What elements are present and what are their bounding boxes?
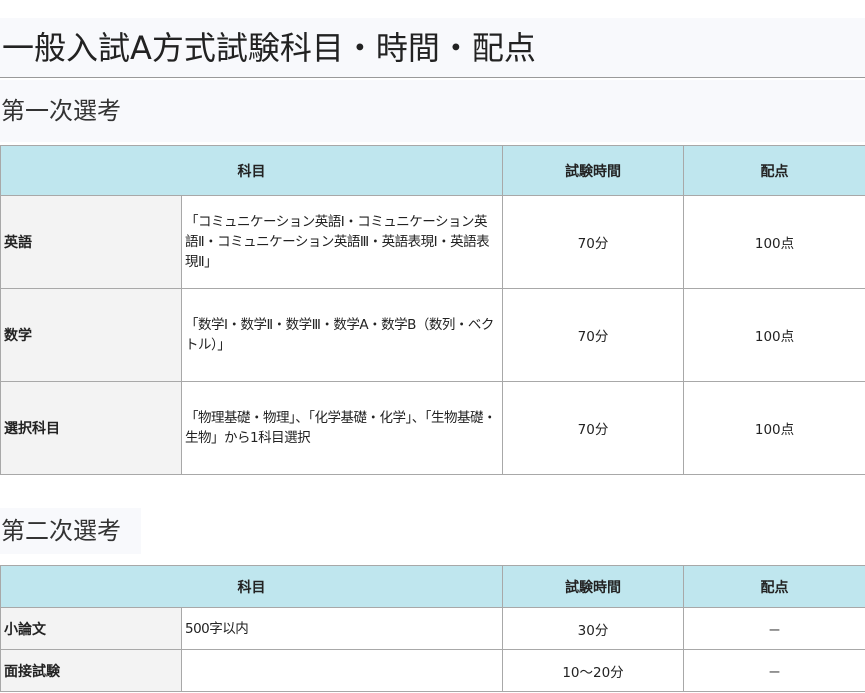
table-header-row: 科目 試験時間 配点 [0, 145, 865, 196]
header-score: 配点 [683, 565, 865, 608]
content-cell [181, 649, 503, 692]
time-cell: 10～20分 [502, 649, 684, 692]
header-score: 配点 [683, 145, 865, 196]
header-exam-time: 試験時間 [502, 565, 684, 608]
time-cell: 70分 [502, 288, 684, 382]
second-selection-table: 科目 試験時間 配点 小論文 500字以内 30分 － 面接試験 10～20分 … [0, 565, 865, 692]
content-cell: 500字以内 [181, 607, 503, 650]
time-cell: 30分 [502, 607, 684, 650]
header-subject: 科目 [0, 565, 503, 608]
page-title: 一般入試A方式試験科目・時間・配点 [0, 18, 865, 78]
score-cell: － [683, 649, 865, 692]
table-row: 数学 「数学Ⅰ・数学Ⅱ・数学Ⅲ・数学A・数学B（数列・ベクトル）」 70分 10… [0, 288, 865, 382]
first-selection-table: 科目 試験時間 配点 英語 「コミュニケーション英語Ⅰ・コミュニケーション英語Ⅱ… [0, 145, 865, 475]
content-cell: 「物理基礎・物理」、「化学基礎・化学」、「生物基礎・生物」から1科目選択 [181, 381, 503, 475]
header-subject: 科目 [0, 145, 503, 196]
score-cell: 100点 [683, 195, 865, 289]
table-row: 英語 「コミュニケーション英語Ⅰ・コミュニケーション英語Ⅱ・コミュニケーション英… [0, 195, 865, 289]
subject-cell: 面接試験 [0, 649, 182, 692]
time-cell: 70分 [502, 381, 684, 475]
time-cell: 70分 [502, 195, 684, 289]
header-exam-time: 試験時間 [502, 145, 684, 196]
table-row: 選択科目 「物理基礎・物理」、「化学基礎・化学」、「生物基礎・生物」から1科目選… [0, 381, 865, 475]
content-cell: 「数学Ⅰ・数学Ⅱ・数学Ⅲ・数学A・数学B（数列・ベクトル）」 [181, 288, 503, 382]
table-row: 面接試験 10～20分 － [0, 649, 865, 692]
table-header-row: 科目 試験時間 配点 [0, 565, 865, 608]
content-cell: 「コミュニケーション英語Ⅰ・コミュニケーション英語Ⅱ・コミュニケーション英語Ⅲ・… [181, 195, 503, 289]
subject-cell: 選択科目 [0, 381, 182, 475]
table-row: 小論文 500字以内 30分 － [0, 607, 865, 650]
second-selection-heading: 第二次選考 [0, 508, 141, 554]
subject-cell: 英語 [0, 195, 182, 289]
subject-cell: 数学 [0, 288, 182, 382]
score-cell: 100点 [683, 381, 865, 475]
first-selection-heading: 第一次選考 [0, 80, 865, 142]
score-cell: 100点 [683, 288, 865, 382]
subject-cell: 小論文 [0, 607, 182, 650]
score-cell: － [683, 607, 865, 650]
